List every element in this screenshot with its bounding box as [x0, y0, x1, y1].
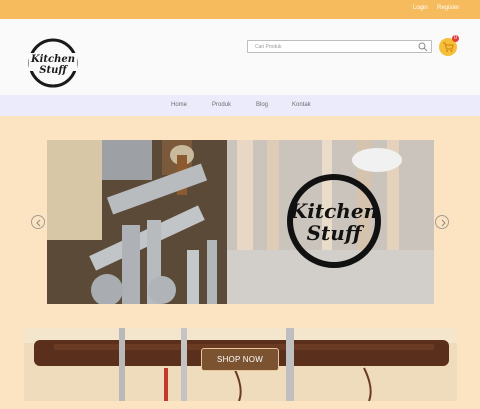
- nav-home[interactable]: Home: [171, 102, 187, 108]
- slide-logo-text-bottom: Stuff: [307, 221, 365, 245]
- site-logo[interactable]: Kitchen Stuff: [27, 37, 79, 89]
- slide-logo-text-top: Kitchen: [289, 199, 378, 223]
- site-header: Kitchen Stuff Cari Produk 0: [0, 19, 480, 95]
- nav-kontak[interactable]: Kontak: [292, 102, 311, 108]
- kitchen-tools-photo: [47, 140, 227, 304]
- slide-logo: Kitchen Stuff: [287, 174, 381, 268]
- cart-icon: [443, 42, 454, 52]
- search-icon[interactable]: [418, 42, 428, 52]
- nav-blog[interactable]: Blog: [256, 102, 268, 108]
- slider-next-button[interactable]: [435, 215, 449, 229]
- hero-slider[interactable]: Kitchen Stuff: [47, 140, 434, 304]
- shop-now-button[interactable]: SHOP NOW: [201, 348, 279, 371]
- login-link[interactable]: Login: [413, 5, 428, 11]
- logo-text-top: Kitchen: [30, 54, 75, 65]
- chevron-left-icon: [36, 219, 41, 227]
- top-bar: Login Register: [0, 0, 480, 19]
- register-link[interactable]: Register: [437, 5, 459, 11]
- slider-prev-button[interactable]: [31, 215, 45, 229]
- search-input[interactable]: Cari Produk: [255, 44, 281, 50]
- search-box[interactable]: Cari Produk: [247, 40, 432, 53]
- logo-text-bottom: Stuff: [39, 65, 68, 76]
- main-nav: Home Produk Blog Kontak: [0, 95, 480, 116]
- chevron-right-icon: [441, 219, 446, 227]
- cart-count-badge: 0: [452, 35, 459, 42]
- nav-produk[interactable]: Produk: [212, 102, 231, 108]
